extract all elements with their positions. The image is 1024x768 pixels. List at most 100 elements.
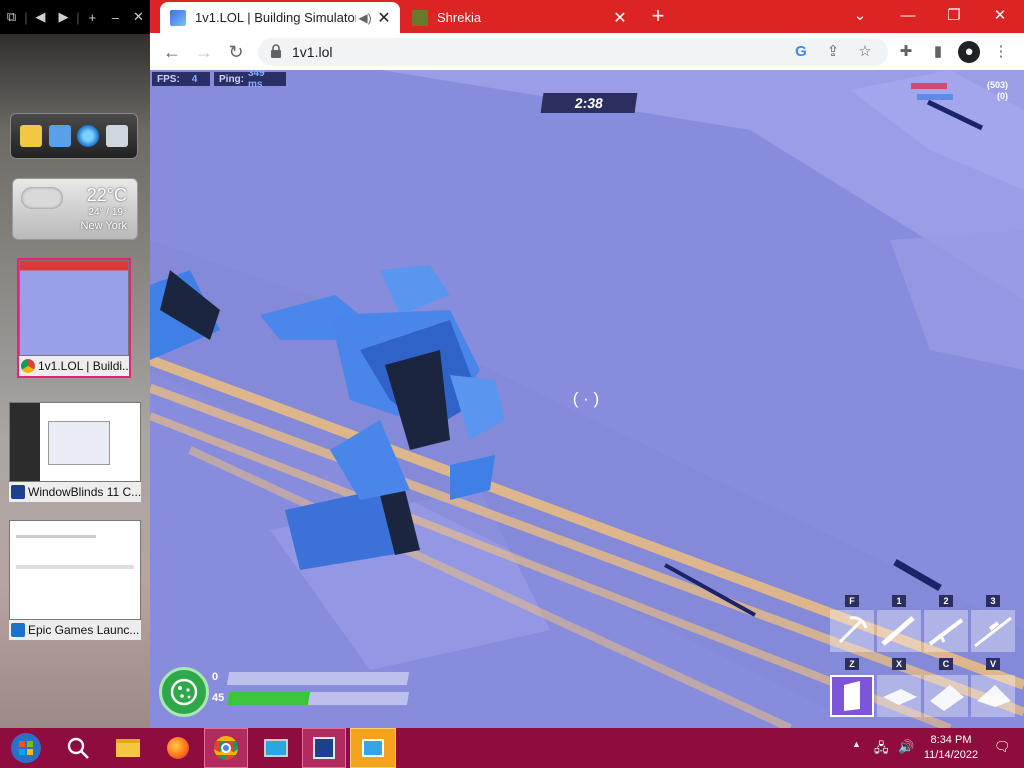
start-button[interactable] <box>4 728 48 768</box>
ping-value: 349 ms <box>248 70 265 90</box>
weather-city: New York <box>80 220 127 232</box>
computer-icon[interactable] <box>254 728 298 768</box>
lock-icon[interactable] <box>270 44 282 58</box>
previous-icon[interactable]: ◀ <box>29 9 52 25</box>
thumbnail-label: 1v1.LOL | Buildi... <box>38 359 129 373</box>
network-tray-icon[interactable]: 🖧 <box>874 739 889 761</box>
slot-wall[interactable] <box>830 675 874 717</box>
weather-range: 24° / 19° <box>88 207 127 218</box>
reload-icon[interactable]: ↻ <box>223 39 249 65</box>
new-tab-button[interactable]: + <box>646 5 670 29</box>
network-icon[interactable] <box>48 125 71 147</box>
window-thumbnail-1v1lol[interactable]: 1v1.LOL | Buildi... <box>17 258 131 378</box>
slot-ramp[interactable] <box>924 675 968 717</box>
forward-icon[interactable]: → <box>191 39 217 65</box>
floor-icon <box>883 689 917 705</box>
windowblinds-icon <box>11 485 25 499</box>
share-icon[interactable]: ⇪ <box>824 43 842 61</box>
hotkey-label: 3 <box>986 595 1000 607</box>
shield-bar <box>226 672 410 685</box>
window-thumbnail-epic-games[interactable]: Epic Games Launc... <box>9 520 141 640</box>
score-bottom: (0) <box>997 91 1008 101</box>
restore-button[interactable]: ❐ <box>934 3 974 29</box>
hotkey-label: X <box>892 658 906 670</box>
close-window-button[interactable]: ✕ <box>980 3 1020 29</box>
tab-title: 1v1.LOL | Building Simulator, <box>195 10 356 25</box>
tab-search-icon[interactable]: ⌄ <box>840 3 880 29</box>
close-tab-icon[interactable]: ✕ <box>610 8 630 28</box>
show-hidden-icons-icon[interactable]: ▲ <box>852 739 861 749</box>
recycle-bin-icon[interactable] <box>105 125 128 147</box>
match-timer: 2:38 <box>540 93 638 113</box>
slot-floor[interactable] <box>877 675 921 717</box>
windows-logo-icon <box>11 733 41 763</box>
extensions-icon[interactable]: ✚ <box>895 41 917 63</box>
side-panel-controls: ⧉ | ◀ ▶ | + – ✕ <box>0 0 150 34</box>
tab-shrekia[interactable]: Shrekia ✕ <box>406 2 636 33</box>
hotkey-label: 1 <box>892 595 906 607</box>
folder-icon[interactable] <box>20 125 43 147</box>
taskbar-clock[interactable]: 8:34 PM 11/14/2022 <box>920 733 982 763</box>
minimize-icon[interactable]: – <box>104 10 127 25</box>
notifications-icon[interactable]: 🗨 <box>994 739 1011 755</box>
internet-explorer-icon[interactable] <box>77 125 100 147</box>
health-value: 45 <box>212 692 225 704</box>
chrome-taskbar-icon[interactable] <box>204 728 248 768</box>
remote-desktop-icon[interactable] <box>350 728 396 768</box>
ping-counter: Ping: 349 ms <box>214 70 286 90</box>
more-menu-icon[interactable]: ⋮ <box>990 41 1012 63</box>
hotbar: F 1 2 3 Z X C V <box>830 595 1020 727</box>
bookmark-star-icon[interactable]: ☆ <box>856 43 874 61</box>
health-bar <box>226 692 410 705</box>
side-panel: ⧉ | ◀ ▶ | + – ✕ 22°C 24° / 19° New York … <box>0 0 150 728</box>
thumbnail-label: Epic Games Launc... <box>28 623 140 637</box>
score-top: (503) <box>986 80 1008 90</box>
rain-cloud-icon <box>21 187 63 209</box>
close-tab-icon[interactable]: ✕ <box>374 8 394 28</box>
close-icon[interactable]: ✕ <box>127 9 150 25</box>
slot-shotgun[interactable] <box>877 610 921 652</box>
url-text[interactable]: 1v1.lol <box>292 44 332 60</box>
back-icon[interactable]: ← <box>159 39 185 65</box>
game-viewport[interactable]: FPS: 4 Ping: 349 ms 2:38 (503) (0) ( · )… <box>150 70 1024 728</box>
epic-games-icon <box>11 623 25 637</box>
slot-pickaxe[interactable] <box>830 610 874 652</box>
next-icon[interactable]: ▶ <box>52 9 75 25</box>
shrekia-favicon <box>412 9 428 26</box>
tab-strip: 1v1.LOL | Building Simulator, ◀) ✕ Shrek… <box>150 0 1024 33</box>
hotkey-label: Z <box>845 658 859 670</box>
window-thumbnail-windowblinds[interactable]: WindowBlinds 11 C... <box>9 402 141 502</box>
chrome-icon <box>21 359 35 373</box>
ping-label: Ping: <box>219 73 244 85</box>
hotkey-label: V <box>986 658 1000 670</box>
tab-1v1lol[interactable]: 1v1.LOL | Building Simulator, ◀) ✕ <box>160 2 400 33</box>
slot-assault-rifle[interactable] <box>924 610 968 652</box>
switch-windows-icon[interactable]: ⧉ <box>0 9 23 25</box>
windowblinds-taskbar-icon[interactable] <box>302 728 346 768</box>
hotkey-label: F <box>845 595 859 607</box>
speaker-icon[interactable]: ◀) <box>356 11 374 25</box>
file-explorer-icon[interactable] <box>106 728 150 768</box>
thumbnail-preview <box>19 260 129 356</box>
profile-avatar-icon[interactable]: ● <box>958 41 980 63</box>
pickaxe-icon <box>838 616 868 644</box>
sniper-rifle-icon <box>974 616 1012 648</box>
address-bar[interactable]: 1v1.lol G ⇪ ☆ <box>258 38 888 66</box>
weather-gadget: 22°C 24° / 19° New York <box>12 178 138 240</box>
shield-value: 0 <box>212 671 219 683</box>
minimize-button[interactable]: — <box>888 3 928 29</box>
slot-cone[interactable] <box>971 675 1015 717</box>
search-icon[interactable] <box>56 728 100 768</box>
side-panel-icon[interactable]: ▮ <box>927 41 949 63</box>
add-icon[interactable]: + <box>81 10 104 25</box>
thumbnail-preview <box>9 520 141 620</box>
firefox-icon[interactable] <box>156 728 200 768</box>
weather-temperature: 22°C <box>86 185 127 205</box>
volume-icon[interactable]: 🔊 <box>898 739 914 755</box>
slot-sniper-rifle[interactable] <box>971 610 1015 652</box>
google-lens-icon[interactable]: G <box>792 43 810 61</box>
cookie-settings-icon[interactable] <box>159 667 209 717</box>
clock-date: 11/14/2022 <box>923 749 979 761</box>
fps-label: FPS: <box>157 73 180 85</box>
taskbar: ▲ 🖧 🔊 8:34 PM 11/14/2022 🗨 <box>0 728 1024 768</box>
